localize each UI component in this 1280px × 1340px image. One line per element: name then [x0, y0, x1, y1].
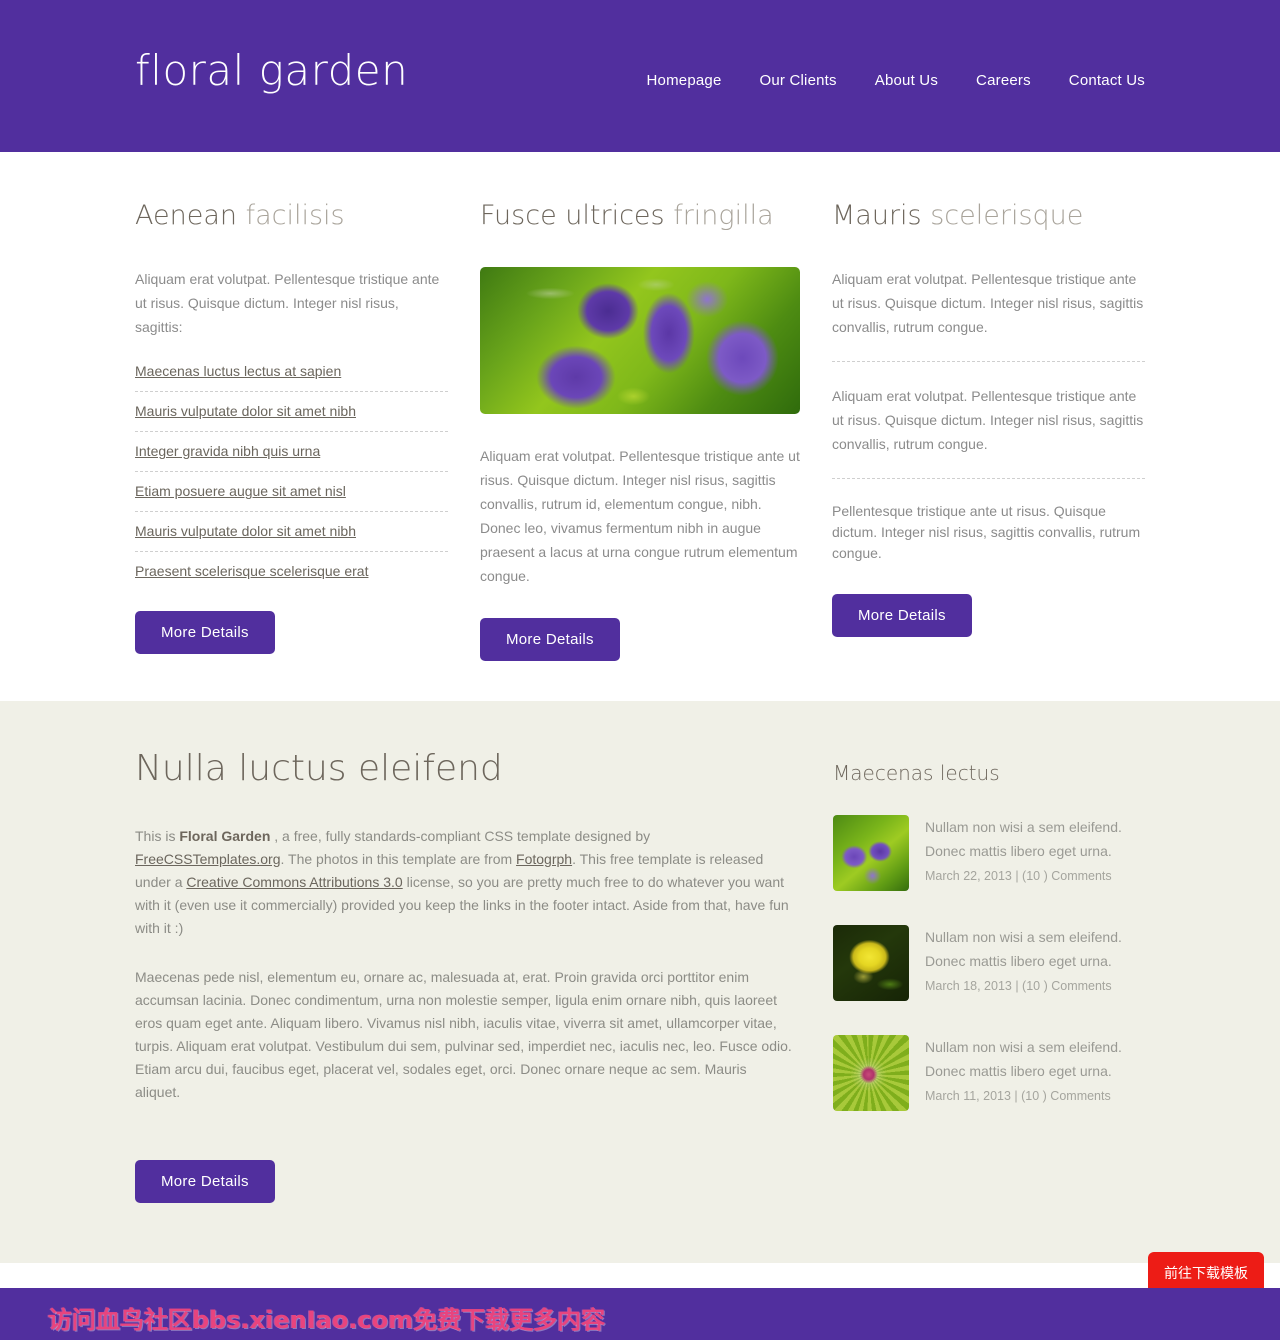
- more-details-button-column1[interactable]: More Details: [135, 611, 275, 655]
- purple-flowers-photo: [480, 267, 800, 415]
- watermark-text: 访问血鸟社区bbs.xienIao.com免费下载更多内容: [48, 1306, 606, 1334]
- sidebar-recent-posts: Maecenas lectus Nullam non wisi a sem el…: [833, 749, 1145, 1145]
- feature-link[interactable]: Mauris vulputate dolor sit amet nibh: [135, 403, 356, 419]
- sidebar-item-description: Nullam non wisi a sem eleifend. Donec ma…: [925, 1039, 1122, 1080]
- site-header: floral garden Homepage Our Clients About…: [0, 0, 1280, 152]
- column-paragraph-1: Aliquam erat volutpat. Pellentesque tris…: [832, 271, 1144, 336]
- feature-link-list: Maecenas luctus lectus at sapien Mauris …: [135, 363, 448, 581]
- column-body-text: Aliquam erat volutpat. Pellentesque tris…: [480, 448, 800, 585]
- more-details-button-about[interactable]: More Details: [135, 1159, 275, 1203]
- feature-column-aenean: Aenean facilisis Aliquam erat volutpat. …: [135, 200, 448, 655]
- features-section: Aenean facilisis Aliquam erat volutpat. …: [0, 152, 1280, 702]
- about-section: Nulla luctus eleifend This is Floral Gar…: [0, 701, 1280, 1263]
- creative-commons-link[interactable]: Creative Commons Attributions 3.0: [186, 874, 402, 890]
- about-main-content: Nulla luctus eleifend This is Floral Gar…: [135, 749, 795, 1203]
- list-item: Etiam posuere augue sit amet nisl: [135, 483, 448, 513]
- heading-strong-part: Aenean: [135, 200, 246, 231]
- sidebar-item-text: Nullam non wisi a sem eleifend. Donec ma…: [925, 815, 1145, 883]
- more-details-button-column3[interactable]: More Details: [832, 594, 972, 638]
- column-heading-mauris: Mauris scelerisque: [832, 200, 1145, 231]
- list-item[interactable]: Nullam non wisi a sem eleifend. Donec ma…: [833, 1035, 1145, 1112]
- sidebar-item-meta: March 18, 2013 | (10 ) Comments: [925, 979, 1112, 994]
- brand-name: Floral Garden: [179, 827, 271, 844]
- column-heading-fusce: Fusce ultrices fringilla: [480, 200, 800, 231]
- list-item: Integer gravida nibh quis urna: [135, 443, 448, 473]
- nav-item-our-clients[interactable]: Our Clients: [760, 72, 837, 89]
- yellow-marigold-thumb[interactable]: [833, 925, 909, 1002]
- site-logo[interactable]: floral garden: [135, 50, 408, 92]
- nav-item-about-us[interactable]: About Us: [875, 72, 938, 89]
- text-fragment: , a free, fully standards-compliant CSS …: [270, 827, 651, 844]
- feature-link[interactable]: Maecenas luctus lectus at sapien: [135, 363, 341, 379]
- list-item: Mauris vulputate dolor sit amet nibh: [135, 523, 448, 553]
- heading-light-part: fringilla: [673, 200, 774, 231]
- sidebar-item-description: Nullam non wisi a sem eleifend. Donec ma…: [925, 929, 1122, 970]
- about-inner: Nulla luctus eleifend This is Floral Gar…: [135, 749, 1145, 1203]
- feature-column-mauris: Mauris scelerisque Aliquam erat volutpat…: [832, 200, 1145, 638]
- feature-link[interactable]: Praesent scelerisque scelerisque erat: [135, 563, 368, 579]
- heading-light-part: facilisis: [245, 200, 345, 231]
- purple-flower-thumb[interactable]: [833, 815, 909, 892]
- green-thistle-thumb[interactable]: [833, 1035, 909, 1112]
- about-heading: Nulla luctus eleifend: [135, 748, 503, 790]
- features-columns: Aenean facilisis Aliquam erat volutpat. …: [135, 200, 1145, 662]
- feature-column-fusce: Fusce ultrices fringilla Aliquam erat vo…: [480, 200, 800, 662]
- heading-strong-part: Fusce ultrices: [480, 200, 674, 231]
- column-intro-text: Aliquam erat volutpat. Pellentesque tris…: [135, 271, 440, 336]
- sidebar-item-description: Nullam non wisi a sem eleifend. Donec ma…: [925, 819, 1122, 860]
- paragraph-divider: [832, 478, 1145, 480]
- main-navigation: Homepage Our Clients About Us Careers Co…: [647, 72, 1145, 89]
- text-fragment: This is: [135, 827, 180, 844]
- freecsstemplates-link[interactable]: FreeCSSTemplates.org: [135, 851, 281, 867]
- list-item: Maecenas luctus lectus at sapien: [135, 363, 448, 393]
- column-heading-aenean: Aenean facilisis: [135, 200, 448, 231]
- heading-strong-part: Mauris: [832, 200, 931, 231]
- nav-item-homepage[interactable]: Homepage: [647, 72, 722, 89]
- column-paragraph-3: Pellentesque tristique ante ut risus. Qu…: [832, 503, 1141, 562]
- column-paragraph-2: Aliquam erat volutpat. Pellentesque tris…: [832, 388, 1144, 453]
- watermark-footer-bar: 访问血鸟社区bbs.xienIao.com免费下载更多内容: [0, 1288, 1280, 1340]
- list-item[interactable]: Nullam non wisi a sem eleifend. Donec ma…: [833, 925, 1145, 1002]
- about-paragraph-1: This is Floral Garden , a free, fully st…: [135, 825, 795, 940]
- nav-item-careers[interactable]: Careers: [976, 72, 1031, 89]
- list-item[interactable]: Nullam non wisi a sem eleifend. Donec ma…: [833, 815, 1145, 892]
- sidebar-item-text: Nullam non wisi a sem eleifend. Donec ma…: [925, 1035, 1145, 1103]
- sidebar-item-meta: March 11, 2013 | (10 ) Comments: [925, 1089, 1111, 1104]
- fotogrph-link[interactable]: Fotogrph: [516, 851, 572, 867]
- sidebar-heading: Maecenas lectus: [833, 761, 1000, 786]
- sidebar-item-text: Nullam non wisi a sem eleifend. Donec ma…: [925, 925, 1145, 993]
- feature-link[interactable]: Mauris vulputate dolor sit amet nibh: [135, 523, 356, 539]
- nav-item-contact-us[interactable]: Contact Us: [1069, 72, 1145, 89]
- paragraph-divider: [832, 361, 1145, 363]
- sidebar-item-meta: March 22, 2013 | (10 ) Comments: [925, 869, 1112, 884]
- feature-link[interactable]: Etiam posuere augue sit amet nisl: [135, 483, 346, 499]
- page-root: floral garden Homepage Our Clients About…: [0, 0, 1280, 1340]
- text-fragment: . The photos in this template are from: [280, 850, 517, 867]
- more-details-button-column2[interactable]: More Details: [480, 618, 620, 662]
- header-inner: floral garden Homepage Our Clients About…: [135, 0, 1145, 152]
- list-item: Mauris vulputate dolor sit amet nibh: [135, 403, 448, 433]
- feature-link[interactable]: Integer gravida nibh quis urna: [135, 443, 320, 459]
- about-paragraph-2: Maecenas pede nisl, elementum eu, ornare…: [135, 968, 792, 1100]
- list-item: Praesent scelerisque scelerisque erat: [135, 563, 448, 581]
- heading-light-part: scelerisque: [930, 200, 1084, 231]
